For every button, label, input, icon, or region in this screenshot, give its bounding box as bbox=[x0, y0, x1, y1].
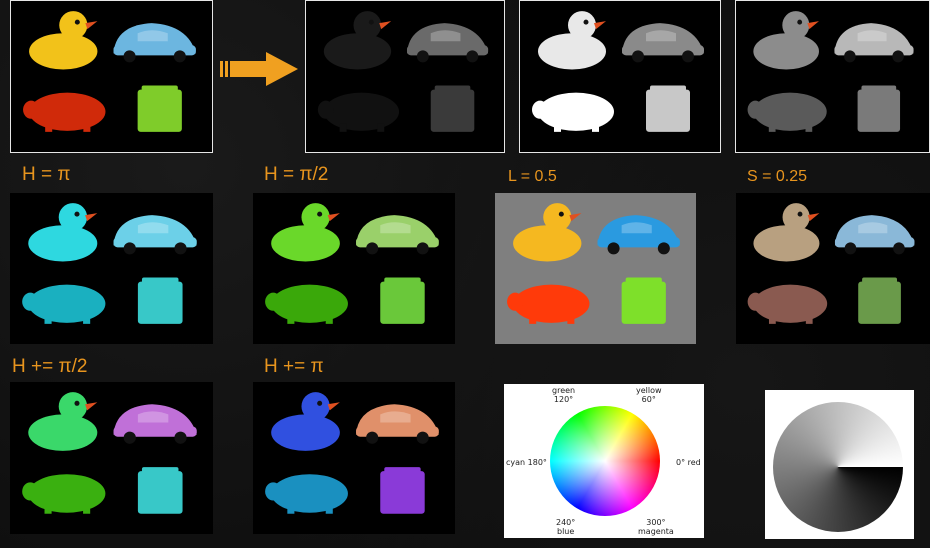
saturation-channel-panel bbox=[519, 0, 721, 153]
label-h-pi: H = π bbox=[22, 164, 71, 185]
duck-toy bbox=[28, 392, 98, 451]
arrow-icon bbox=[220, 50, 300, 88]
car-toy bbox=[356, 215, 439, 255]
pig-toy bbox=[317, 92, 400, 132]
box-toy bbox=[430, 85, 475, 132]
label-h-pi2: H = π/2 bbox=[264, 164, 329, 185]
l-half-panel bbox=[495, 193, 696, 344]
pig-toy bbox=[22, 284, 106, 324]
label-l-half: L = 0.5 bbox=[508, 168, 557, 185]
wheel-label-magenta: 300° magenta bbox=[638, 518, 674, 536]
hue-angle-grayscale-disc bbox=[765, 390, 914, 539]
duck-toy bbox=[753, 11, 819, 70]
hue-color-wheel: green 120° yellow 60° cyan 180° 0° red 240… bbox=[504, 384, 704, 538]
wheel-label-green: green 120° bbox=[552, 386, 576, 404]
box-toy bbox=[646, 85, 690, 132]
car-toy bbox=[834, 215, 915, 255]
duck-toy bbox=[323, 11, 392, 70]
duck-toy bbox=[753, 203, 820, 262]
lightness-channel-panel bbox=[735, 0, 930, 153]
pig-toy bbox=[23, 92, 106, 132]
h-pi-panel bbox=[10, 193, 213, 344]
car-toy bbox=[622, 23, 704, 63]
box-toy bbox=[621, 277, 666, 324]
pig-toy bbox=[507, 284, 590, 324]
pig-toy bbox=[265, 474, 348, 514]
duck-toy bbox=[271, 203, 340, 262]
car-toy bbox=[597, 215, 680, 255]
box-toy bbox=[380, 277, 425, 324]
wheel-label-blue: 240° blue bbox=[556, 518, 576, 536]
s-quarter-panel bbox=[736, 193, 930, 344]
car-toy bbox=[406, 23, 489, 63]
car-toy bbox=[113, 404, 197, 444]
box-toy bbox=[857, 85, 901, 132]
pig-toy bbox=[22, 474, 106, 514]
car-toy bbox=[113, 23, 196, 63]
box-toy bbox=[858, 277, 901, 324]
duck-toy bbox=[29, 11, 98, 70]
h-add-pi-panel bbox=[253, 382, 455, 534]
pig-toy bbox=[532, 92, 614, 132]
duck-toy bbox=[271, 392, 340, 451]
h-add-pi2-panel bbox=[10, 382, 213, 534]
box-toy bbox=[137, 277, 183, 324]
wheel-label-cyan: cyan 180° bbox=[506, 458, 547, 467]
color-wheel-disc bbox=[550, 406, 660, 516]
h-pi2-panel bbox=[253, 193, 455, 344]
duck-toy bbox=[513, 203, 582, 262]
label-s-quarter: S = 0.25 bbox=[747, 168, 808, 185]
wheel-label-yellow: yellow 60° bbox=[636, 386, 662, 404]
hue-channel-panel bbox=[305, 0, 505, 153]
duck-toy bbox=[538, 11, 606, 70]
car-toy bbox=[834, 23, 914, 63]
box-toy bbox=[380, 467, 425, 514]
box-toy bbox=[137, 85, 182, 132]
car-toy bbox=[113, 215, 197, 255]
car-toy bbox=[356, 404, 439, 444]
pig-toy bbox=[265, 284, 348, 324]
original-image-panel bbox=[10, 0, 213, 153]
duck-toy bbox=[28, 203, 98, 262]
grayscale-disc bbox=[773, 402, 903, 532]
wheel-label-red: 0° red bbox=[676, 458, 701, 467]
pig-toy bbox=[747, 284, 828, 324]
box-toy bbox=[137, 467, 183, 514]
label-h-add-pi: H += π bbox=[264, 356, 324, 377]
label-h-add-pi2: H += π/2 bbox=[12, 356, 88, 377]
pig-toy bbox=[747, 92, 827, 132]
